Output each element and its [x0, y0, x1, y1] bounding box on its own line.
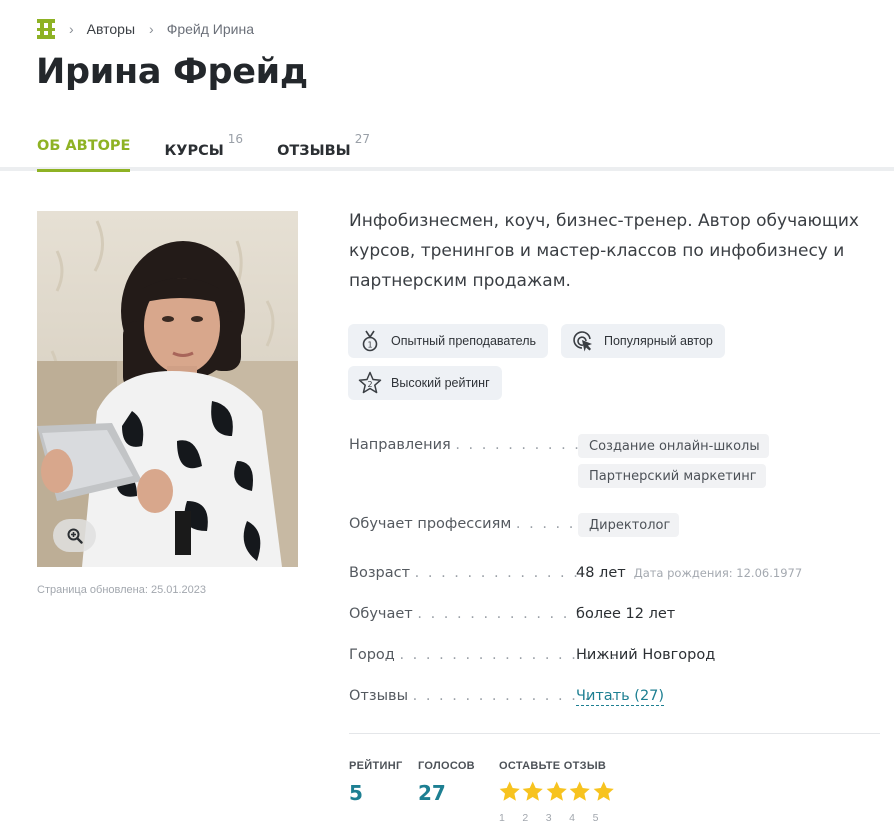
breadcrumb: › Авторы › Фрейд Ирина [37, 18, 254, 40]
star-icon[interactable] [545, 780, 568, 803]
author-bio: Инфобизнесмен, коуч, бизнес-тренер. Авто… [349, 211, 859, 291]
info-label-teaching: Обучает . . . . . . . . . . . . . . . [349, 606, 610, 622]
tab-label: КУРСЫ [164, 142, 224, 159]
star-icon[interactable] [568, 780, 591, 803]
info-label-professions: Обучает профессиям . . . . . . [349, 516, 589, 532]
tab-label: ОБ АВТОРЕ [37, 138, 131, 154]
tab-count: 16 [227, 132, 244, 146]
badge-high-rating: 2 Высокий рейтинг [348, 366, 502, 400]
cursor-click-icon [571, 329, 595, 353]
star-2-icon: 2 [358, 371, 382, 395]
star-icon[interactable] [498, 780, 521, 803]
page-title: Ирина Фрейд [36, 52, 308, 92]
rating-value: 5 [349, 781, 363, 805]
star-icon[interactable] [521, 780, 544, 803]
star-number: 3 [545, 812, 552, 824]
profession-tag[interactable]: Директолог [578, 513, 680, 537]
votes-value: 27 [418, 781, 446, 805]
rating-stars [498, 780, 615, 803]
info-label-directions: Направления . . . . . . . . . . . [349, 437, 595, 453]
badge-label: Высокий рейтинг [391, 376, 490, 390]
svg-text:1: 1 [367, 341, 372, 350]
star-numbers: 1 2 3 4 5 [498, 812, 615, 824]
direction-tag[interactable]: Партнерский маркетинг [578, 464, 766, 488]
badge-popular-author: Популярный автор [561, 324, 725, 358]
chevron-right-icon: › [149, 21, 154, 37]
zoom-in-icon [67, 528, 83, 544]
breadcrumb-authors-link[interactable]: Авторы [87, 21, 135, 37]
tab-label: ОТЗЫВЫ [277, 142, 351, 159]
author-photo-illustration [37, 211, 298, 567]
read-reviews-link[interactable]: Читать (27) [576, 688, 665, 706]
zoom-button[interactable] [53, 519, 96, 552]
star-icon[interactable] [592, 780, 615, 803]
info-value-age: 48 лет Дата рождения: 12.06.1977 [576, 565, 803, 581]
page-updated-date: Страница обновлена: 25.01.2023 [37, 584, 207, 596]
chevron-right-icon: › [69, 21, 74, 37]
star-number: 1 [499, 812, 505, 824]
badge-experienced-teacher: 1 Опытный преподаватель [348, 324, 549, 358]
info-value-reviews: Читать (27) [576, 688, 665, 706]
star-number: 5 [592, 812, 599, 824]
star-number: 2 [522, 812, 529, 824]
badge-label: Популярный автор [604, 334, 713, 348]
leave-review-label: ОСТАВЬТЕ ОТЗЫВ [499, 760, 607, 772]
info-label-age: Возраст . . . . . . . . . . . . . . . [349, 565, 607, 581]
star-number: 4 [569, 812, 576, 824]
tab-count: 27 [354, 132, 370, 146]
info-value-teaching: более 12 лет [576, 606, 676, 622]
breadcrumb-current: Фрейд Ирина [166, 21, 254, 37]
tab-about-author[interactable]: ОБ АВТОРЕ [37, 128, 131, 172]
badge-label: Опытный преподаватель [391, 334, 537, 348]
rating-label: РЕЙТИНГ [349, 760, 403, 772]
tab-reviews[interactable]: ОТЗЫВЫ27 [277, 128, 370, 172]
medal-icon: 1 [358, 329, 382, 353]
site-logo-icon[interactable] [37, 19, 55, 39]
direction-tag[interactable]: Создание онлайн-школы [578, 434, 769, 458]
info-value-city: Нижний Новгород [576, 647, 716, 663]
tab-courses[interactable]: КУРСЫ16 [164, 128, 243, 172]
birth-date: Дата рождения: 12.06.1977 [633, 566, 803, 580]
author-photo[interactable] [37, 211, 298, 567]
votes-label: ГОЛОСОВ [418, 760, 475, 772]
stats-divider [349, 733, 880, 734]
svg-text:2: 2 [367, 380, 372, 389]
tabs: ОБ АВТОРЕ КУРСЫ16 ОТЗЫВЫ27 [37, 128, 404, 172]
